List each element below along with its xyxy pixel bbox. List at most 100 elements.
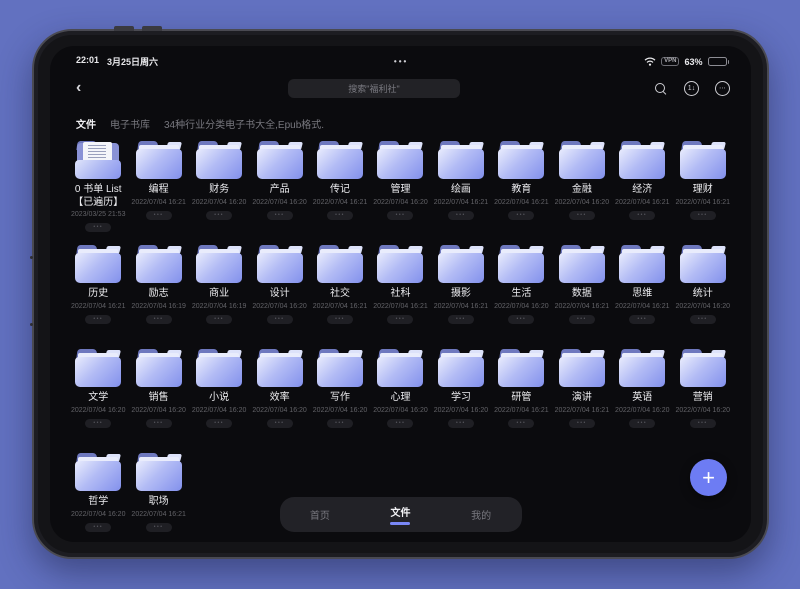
folder-icon <box>74 453 122 491</box>
folder-more-button[interactable]: ••• <box>146 315 172 324</box>
folder-more-button[interactable]: ••• <box>448 315 474 324</box>
folder-more-button[interactable]: ••• <box>267 315 293 324</box>
folder-icon <box>195 141 243 179</box>
folder-more-button[interactable]: ••• <box>85 223 111 232</box>
folder-item[interactable]: 统计 2022/07/04 16:20 ••• <box>673 245 733 349</box>
folder-name: 效率 <box>270 392 290 405</box>
more-options-icon[interactable]: ⋯ <box>714 80 731 97</box>
folder-more-button[interactable]: ••• <box>508 211 534 220</box>
status-bar: 22:01 3月25日周六 ••• VPN 63% <box>50 46 751 68</box>
tab-files[interactable]: 文件 <box>390 504 410 525</box>
folder-icon <box>316 245 364 283</box>
folder-more-button[interactable]: ••• <box>629 419 655 428</box>
status-time: 22:01 <box>76 55 99 68</box>
folder-name: 财务 <box>209 184 229 197</box>
folder-date: 2022/07/04 16:19 <box>192 303 247 310</box>
folder-more-button[interactable]: ••• <box>146 211 172 220</box>
folder-more-button[interactable]: ••• <box>629 211 655 220</box>
folder-more-button[interactable]: ••• <box>206 315 232 324</box>
folder-item[interactable]: 演讲 2022/07/04 16:21 ••• <box>552 349 612 453</box>
folder-more-button[interactable]: ••• <box>206 419 232 428</box>
folder-item[interactable]: 心理 2022/07/04 16:20 ••• <box>370 349 430 453</box>
folder-item[interactable]: 产品 2022/07/04 16:20 ••• <box>249 141 309 245</box>
breadcrumb-library[interactable]: 电子书库 <box>110 116 150 131</box>
folder-item[interactable]: 财务 2022/07/04 16:20 ••• <box>189 141 249 245</box>
folder-item[interactable]: 历史 2022/07/04 16:21 ••• <box>68 245 128 349</box>
folder-more-button[interactable]: ••• <box>387 211 413 220</box>
folder-more-button[interactable]: ••• <box>690 211 716 220</box>
folder-item[interactable]: 英语 2022/07/04 16:20 ••• <box>612 349 672 453</box>
folder-more-button[interactable]: ••• <box>629 315 655 324</box>
folder-more-button[interactable]: ••• <box>146 419 172 428</box>
folder-more-button[interactable]: ••• <box>690 419 716 428</box>
folder-item[interactable]: 管理 2022/07/04 16:20 ••• <box>370 141 430 245</box>
folder-item[interactable]: 绘画 2022/07/04 16:21 ••• <box>431 141 491 245</box>
folder-more-button[interactable]: ••• <box>448 419 474 428</box>
folder-item[interactable]: 社交 2022/07/04 16:21 ••• <box>310 245 370 349</box>
folder-date: 2022/07/04 16:21 <box>615 303 670 310</box>
folder-more-button[interactable]: ••• <box>569 419 595 428</box>
folder-item[interactable]: 金融 2022/07/04 16:20 ••• <box>552 141 612 245</box>
folder-name: 思维 <box>632 288 652 301</box>
folder-item[interactable]: 研管 2022/07/04 16:21 ••• <box>491 349 551 453</box>
folder-item[interactable]: 数据 2022/07/04 16:21 ••• <box>552 245 612 349</box>
folder-item[interactable]: 设计 2022/07/04 16:20 ••• <box>249 245 309 349</box>
folder-date: 2022/07/04 16:21 <box>555 407 610 414</box>
folder-date: 2022/07/04 16:21 <box>434 303 489 310</box>
folder-item[interactable]: 销售 2022/07/04 16:20 ••• <box>128 349 188 453</box>
folder-more-button[interactable]: ••• <box>387 315 413 324</box>
folder-item[interactable]: 理财 2022/07/04 16:21 ••• <box>673 141 733 245</box>
folder-item[interactable]: 写作 2022/07/04 16:20 ••• <box>310 349 370 453</box>
folder-item[interactable]: 文学 2022/07/04 16:20 ••• <box>68 349 128 453</box>
folder-item[interactable]: 传记 2022/07/04 16:21 ••• <box>310 141 370 245</box>
folder-more-button[interactable]: ••• <box>569 315 595 324</box>
folder-date: 2022/07/04 16:21 <box>313 303 368 310</box>
folder-more-button[interactable]: ••• <box>327 419 353 428</box>
folder-more-button[interactable]: ••• <box>327 315 353 324</box>
folder-more-button[interactable]: ••• <box>508 315 534 324</box>
folder-item[interactable]: 励志 2022/07/04 16:19 ••• <box>128 245 188 349</box>
folder-item[interactable]: 生活 2022/07/04 16:20 ••• <box>491 245 551 349</box>
folder-item[interactable]: 学习 2022/07/04 16:20 ••• <box>431 349 491 453</box>
tab-home[interactable]: 首页 <box>310 507 330 522</box>
folder-more-button[interactable]: ••• <box>508 419 534 428</box>
folder-more-button[interactable]: ••• <box>327 211 353 220</box>
folder-item[interactable]: 经济 2022/07/04 16:21 ••• <box>612 141 672 245</box>
status-date: 3月25日周六 <box>107 55 158 68</box>
folder-more-button[interactable]: ••• <box>206 211 232 220</box>
folder-more-button[interactable]: ••• <box>569 211 595 220</box>
add-button[interactable]: + <box>690 459 727 496</box>
folder-item[interactable]: 思维 2022/07/04 16:21 ••• <box>612 245 672 349</box>
tab-mine[interactable]: 我的 <box>471 507 491 522</box>
battery-percent: 63% <box>684 57 702 67</box>
folder-more-button[interactable]: ••• <box>387 419 413 428</box>
breadcrumb-root[interactable]: 文件 <box>76 116 96 131</box>
folder-more-button[interactable]: ••• <box>85 523 111 532</box>
folder-more-button[interactable]: ••• <box>448 211 474 220</box>
folder-icon <box>437 349 485 387</box>
folder-more-button[interactable]: ••• <box>267 419 293 428</box>
folder-item[interactable]: 哲学 2022/07/04 16:20 ••• <box>68 453 128 542</box>
folder-item[interactable]: 0 书单 List 【已遍历】 2023/03/25 21:53 ••• <box>68 141 128 245</box>
folder-more-button[interactable]: ••• <box>146 523 172 532</box>
folder-item[interactable]: 小说 2022/07/04 16:20 ••• <box>189 349 249 453</box>
folder-item[interactable]: 营销 2022/07/04 16:20 ••• <box>673 349 733 453</box>
back-button[interactable]: ‹ <box>76 79 96 97</box>
search-input[interactable]: 搜索"福利社" <box>288 79 460 98</box>
folder-item[interactable]: 教育 2022/07/04 16:21 ••• <box>491 141 551 245</box>
folder-more-button[interactable]: ••• <box>85 315 111 324</box>
folder-grid: 0 书单 List 【已遍历】 2023/03/25 21:53 ••• 编程 … <box>68 141 733 542</box>
folder-more-button[interactable]: ••• <box>85 419 111 428</box>
folder-item[interactable]: 摄影 2022/07/04 16:21 ••• <box>431 245 491 349</box>
folder-item[interactable]: 效率 2022/07/04 16:20 ••• <box>249 349 309 453</box>
folder-more-button[interactable]: ••• <box>690 315 716 324</box>
folder-item[interactable]: 职场 2022/07/04 16:21 ••• <box>128 453 188 542</box>
folder-item[interactable]: 社科 2022/07/04 16:21 ••• <box>370 245 430 349</box>
sort-icon[interactable]: 1↓ <box>683 80 700 97</box>
folder-item[interactable]: 编程 2022/07/04 16:21 ••• <box>128 141 188 245</box>
folder-name: 英语 <box>632 392 652 405</box>
folder-item[interactable]: 商业 2022/07/04 16:19 ••• <box>189 245 249 349</box>
breadcrumb: 文件 电子书库 34种行业分类电子书大全,Epub格式. <box>76 116 725 131</box>
folder-more-button[interactable]: ••• <box>267 211 293 220</box>
search-icon[interactable] <box>652 80 669 97</box>
